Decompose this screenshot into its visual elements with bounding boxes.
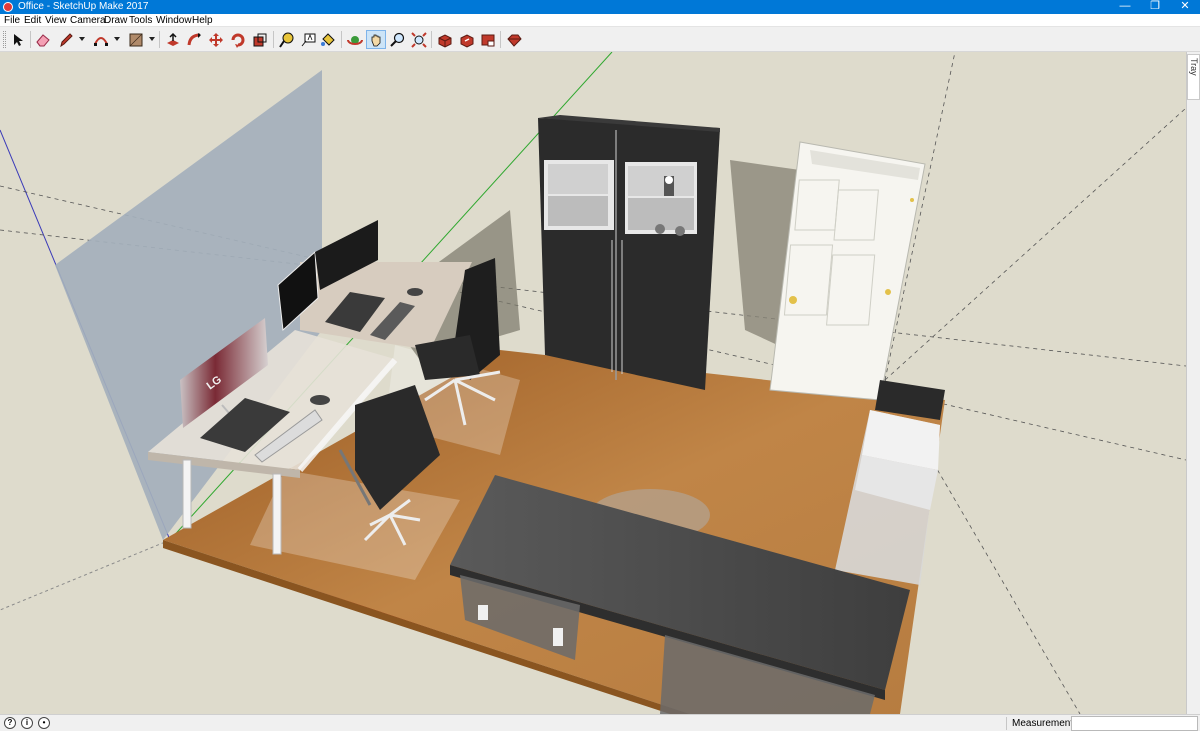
user-account-icon[interactable]: • (38, 717, 50, 729)
rotate-tool-icon[interactable] (228, 30, 248, 49)
menu-camera[interactable]: Camera (70, 14, 106, 27)
menu-bar: File Edit View Camera Draw Tools Window … (0, 14, 1200, 27)
zoom-extents-tool-icon[interactable] (409, 30, 429, 49)
menu-view[interactable]: View (45, 14, 67, 27)
paint-bucket-tool-icon[interactable] (318, 30, 338, 49)
select-tool-icon[interactable] (8, 30, 28, 49)
geo-location-icon[interactable]: ? (4, 717, 16, 729)
toolbar-separator (500, 31, 501, 48)
menu-tools[interactable]: Tools (129, 14, 152, 27)
move-tool-icon[interactable] (206, 30, 226, 49)
rectangle-tool-icon[interactable] (126, 30, 146, 49)
text-tool-icon[interactable] (298, 30, 318, 49)
toolbar-separator (341, 31, 342, 48)
zoom-tool-icon[interactable] (388, 30, 408, 49)
status-bar: ? i • Measurements (0, 714, 1200, 731)
mouse-left (310, 395, 330, 405)
credits-icon[interactable]: i (21, 717, 33, 729)
status-separator (1006, 717, 1007, 730)
line-dropdown-arrow-icon[interactable] (79, 37, 85, 41)
extension-warehouse-icon[interactable] (478, 30, 498, 49)
shapes-dropdown-arrow-icon[interactable] (149, 37, 155, 41)
toolbar-grip[interactable] (3, 31, 6, 48)
eraser-tool-icon[interactable] (33, 30, 53, 49)
default-tray-tab[interactable]: Default Tray (1187, 54, 1200, 100)
menu-window[interactable]: Window (156, 14, 192, 27)
push-pull-tool-icon[interactable] (163, 30, 183, 49)
measurements-label: Measurements (1012, 718, 1079, 729)
toolbar-separator (159, 31, 160, 48)
toolbar-separator (273, 31, 274, 48)
menu-edit[interactable]: Edit (24, 14, 41, 27)
toolbar (0, 27, 1200, 52)
arc-tool-icon[interactable] (91, 30, 111, 49)
measurements-input[interactable] (1071, 716, 1198, 731)
bookcase-cabinet (538, 115, 720, 390)
default-tray-label: Default Tray (1189, 58, 1200, 87)
title-bar: Office - SketchUp Make 2017 — ❐ ✕ (0, 0, 1200, 14)
toolbar-separator (30, 31, 31, 48)
office-scene: LG (0, 52, 1186, 714)
maximize-button[interactable]: ❐ (1140, 0, 1170, 14)
arc-dropdown-arrow-icon[interactable] (114, 37, 120, 41)
follow-me-tool-icon[interactable] (185, 30, 205, 49)
window-title: Office - SketchUp Make 2017 (18, 1, 149, 12)
close-button[interactable]: ✕ (1170, 0, 1200, 14)
menu-file[interactable]: File (4, 14, 20, 27)
pencil-line-tool-icon[interactable] (56, 30, 76, 49)
ruby-console-icon[interactable] (504, 30, 524, 49)
toolbar-separator (431, 31, 432, 48)
3d-warehouse-icon[interactable] (435, 30, 455, 49)
minimize-button[interactable]: — (1110, 0, 1140, 14)
menu-help[interactable]: Help (192, 14, 213, 27)
scale-tool-icon[interactable] (250, 30, 270, 49)
tape-measure-tool-icon[interactable] (277, 30, 297, 49)
modeling-viewport[interactable]: LG (0, 52, 1186, 714)
share-model-icon[interactable] (457, 30, 477, 49)
default-tray-panel[interactable]: Default Tray (1186, 52, 1200, 714)
orbit-tool-icon[interactable] (345, 30, 365, 49)
sketchup-window: Office - SketchUp Make 2017 — ❐ ✕ File E… (0, 0, 1200, 731)
pan-tool-icon[interactable] (366, 30, 386, 49)
mouse-right (407, 288, 423, 296)
sketchup-app-icon (3, 2, 13, 12)
menu-draw[interactable]: Draw (104, 14, 127, 27)
